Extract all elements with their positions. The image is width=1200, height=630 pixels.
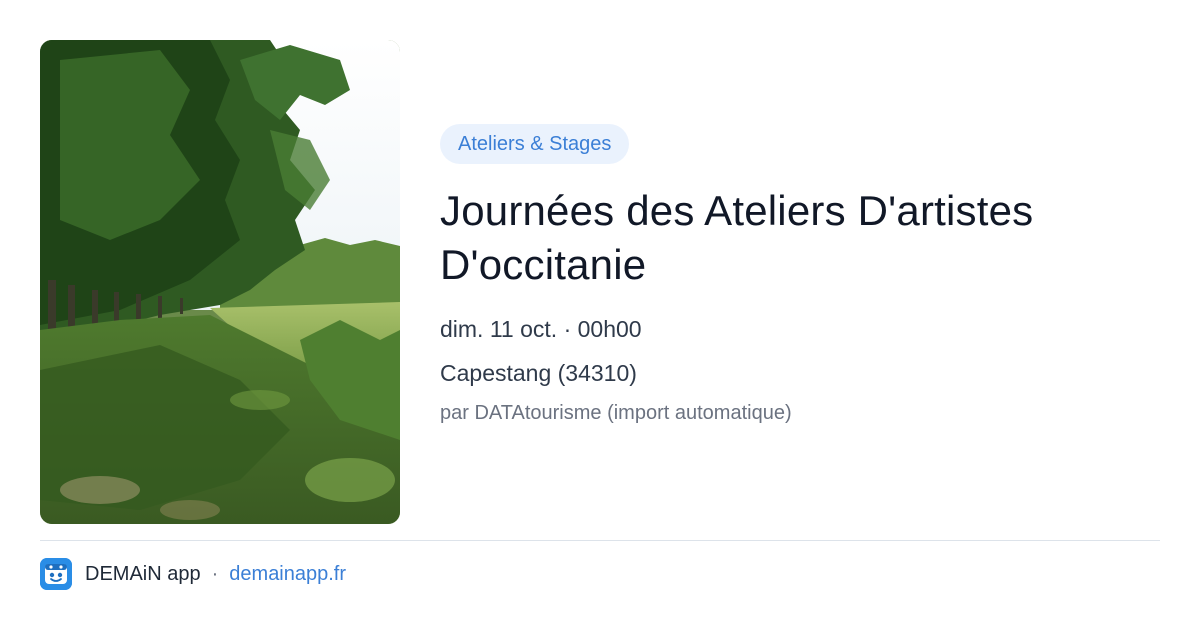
demain-logo-icon (40, 558, 72, 590)
category-badge[interactable]: Ateliers & Stages (440, 124, 630, 164)
footer-divider (40, 540, 1160, 541)
event-details: Ateliers & Stages Journées des Ateliers … (440, 124, 1160, 426)
event-preview-card: Ateliers & Stages Journées des Ateliers … (0, 0, 1200, 630)
app-domain-link[interactable]: demainapp.fr (229, 563, 346, 586)
event-source: par DATAtourisme (import automatique) (440, 402, 792, 424)
event-title: Journées des Ateliers D'artistes D'occit… (440, 187, 1034, 288)
event-date: dim. 11 oct. · 00h00 (440, 316, 642, 342)
event-location: Capestang (34310) (440, 360, 637, 386)
footer: DEMAiN app · demainapp.fr (40, 558, 346, 590)
app-name: DEMAiN app (85, 562, 201, 585)
footer-separator: · (211, 562, 219, 585)
event-photo (40, 40, 400, 524)
